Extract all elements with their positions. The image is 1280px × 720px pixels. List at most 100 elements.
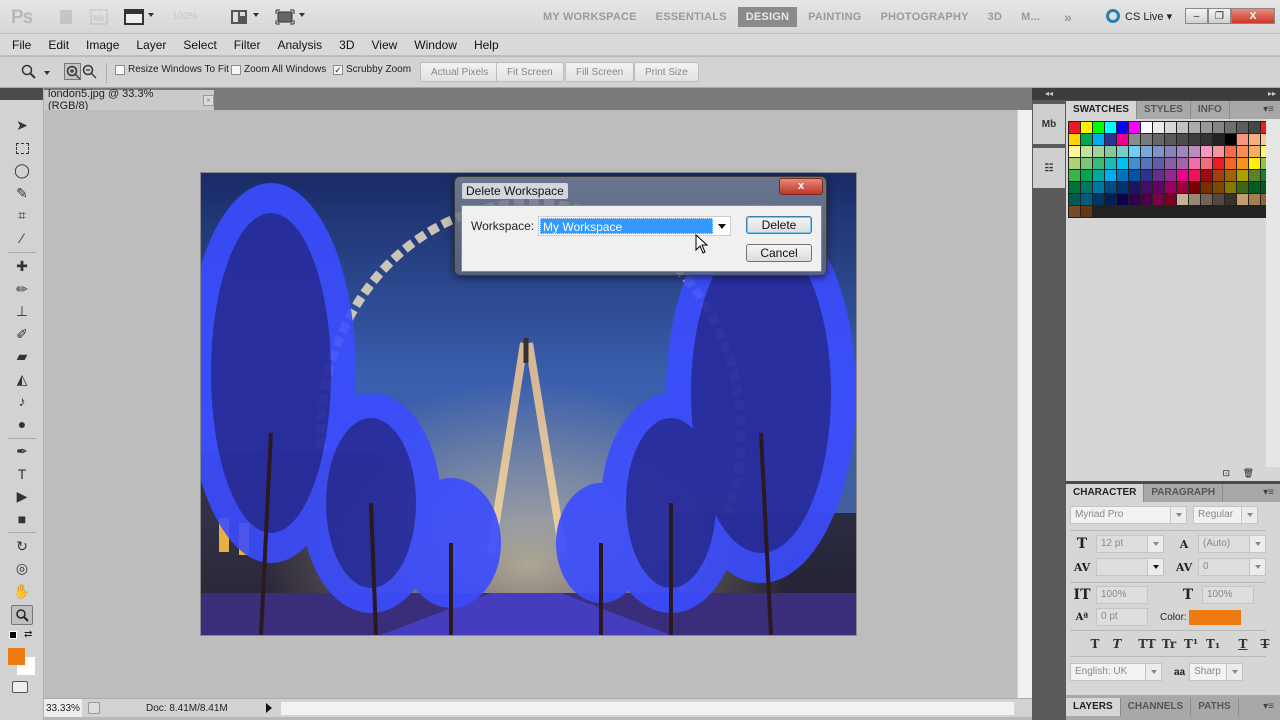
color-swatch[interactable] [1213,182,1224,193]
color-swatch[interactable] [1189,182,1200,193]
eraser-tool-icon[interactable]: ▰ [11,346,33,366]
color-swatch[interactable] [1081,194,1092,205]
color-swatch[interactable] [1165,158,1176,169]
color-swatch[interactable] [1189,170,1200,181]
color-swatch[interactable] [1237,158,1248,169]
color-swatch[interactable] [1237,182,1248,193]
swatches-scrollbar[interactable] [1266,119,1280,479]
menu-window[interactable]: Window [410,38,461,52]
brush-tool-icon[interactable]: ✏ [11,279,33,299]
color-swatch[interactable] [1069,146,1080,157]
color-swatch[interactable] [1249,170,1260,181]
color-swatch[interactable] [1093,158,1104,169]
color-swatch[interactable] [1249,194,1260,205]
color-swatch[interactable] [1201,158,1212,169]
quick-mask-icon[interactable] [12,681,28,693]
faux-italic-button[interactable]: T [1106,637,1128,651]
tab-paths[interactable]: PATHS [1191,698,1239,716]
workspace-3d[interactable]: 3D [980,7,1010,27]
all-caps-button[interactable]: TT [1136,637,1158,651]
mini-bridge-panel-icon[interactable]: Mb [1033,104,1065,144]
color-swatch[interactable] [1105,170,1116,181]
color-swatch[interactable] [1249,122,1260,133]
color-swatch[interactable] [1117,146,1128,157]
font-family-select[interactable]: Myriad Pro [1070,506,1187,524]
color-swatch[interactable] [1165,194,1176,205]
zoom-in-icon[interactable] [64,63,81,80]
menu-help[interactable]: Help [470,38,503,52]
color-swatch[interactable] [1069,134,1080,145]
color-swatch[interactable] [1189,194,1200,205]
chevron-down-icon[interactable] [1147,559,1163,575]
color-swatch[interactable] [1093,134,1104,145]
workspace-design[interactable]: DESIGN [737,7,798,27]
tab-character[interactable]: CHARACTER [1066,484,1145,502]
color-swatch[interactable] [1165,182,1176,193]
color-swatch[interactable] [1177,158,1188,169]
color-swatch[interactable] [1129,122,1140,133]
horizontal-scrollbar[interactable] [280,701,1015,716]
rectangle-tool-icon[interactable]: ■ [11,509,33,529]
status-menu-arrow-icon[interactable] [266,703,272,713]
color-swatch[interactable] [1141,170,1152,181]
workspace-more[interactable]: M... [1013,7,1048,27]
status-info-icon[interactable] [88,702,100,714]
close-window-button[interactable]: X [1231,8,1275,24]
path-selection-tool-icon[interactable]: ▶ [11,486,33,506]
color-swatch[interactable] [1117,182,1128,193]
resize-windows-checkbox[interactable]: Resize Windows To Fit [115,64,229,75]
color-swatch[interactable] [1165,122,1176,133]
color-swatch[interactable] [1105,134,1116,145]
color-swatch[interactable] [1213,134,1224,145]
color-swatch[interactable] [1141,122,1152,133]
color-swatch[interactable] [1117,122,1128,133]
color-swatch[interactable] [1177,122,1188,133]
color-swatch[interactable] [1201,134,1212,145]
foreground-color-swatch[interactable] [8,648,25,665]
small-caps-button[interactable]: Tr [1158,637,1180,651]
color-swatch[interactable] [1129,170,1140,181]
color-swatch[interactable] [1189,146,1200,157]
color-swatch[interactable] [1069,182,1080,193]
color-swatch[interactable] [1141,146,1152,157]
clone-stamp-tool-icon[interactable]: ⊥ [11,301,33,321]
color-swatch[interactable] [1141,134,1152,145]
kerning-field[interactable] [1096,558,1164,576]
font-style-select[interactable]: Regular [1193,506,1258,524]
menu-view[interactable]: View [367,38,401,52]
color-swatch[interactable] [1225,122,1236,133]
menu-3d[interactable]: 3D [335,38,358,52]
zoom-level-field[interactable]: 100% [172,11,198,22]
color-swatch[interactable] [1081,134,1092,145]
arrange-caret-icon[interactable] [253,13,259,17]
color-swatch[interactable] [1141,158,1152,169]
color-swatch[interactable] [1129,134,1140,145]
new-swatch-icon[interactable]: ⊡ [1222,468,1230,479]
subscript-button[interactable]: T₁ [1202,637,1224,651]
color-swatch[interactable] [1177,194,1188,205]
menu-select[interactable]: Select [179,38,220,52]
sponge-tool-icon[interactable]: ● [11,414,33,434]
color-swatch[interactable] [1153,134,1164,145]
color-swatch[interactable] [1225,146,1236,157]
zoom-out-icon[interactable] [82,64,98,80]
lasso-tool-icon[interactable]: ◯ [11,160,33,180]
color-swatch[interactable] [1189,122,1200,133]
color-swatch[interactable] [1225,134,1236,145]
color-swatch[interactable] [1165,170,1176,181]
color-swatch[interactable] [1249,134,1260,145]
collapse-dock-icon[interactable]: ◂◂ [1032,88,1066,100]
color-swatch[interactable] [1069,122,1080,133]
vertical-scale-field[interactable]: 100% [1096,586,1148,604]
color-swatch[interactable] [1249,182,1260,193]
paint-bucket-tool-icon[interactable]: ◭ [11,369,33,389]
crop-tool-icon[interactable]: ⌗ [11,205,33,225]
color-swatch[interactable] [1117,194,1128,205]
default-colors-icon[interactable] [9,631,17,639]
minimize-button[interactable]: – [1185,8,1208,24]
color-swatch[interactable] [1201,182,1212,193]
chevron-down-icon[interactable] [1249,559,1265,575]
marquee-tool-icon[interactable] [11,138,33,158]
color-swatch[interactable] [1249,146,1260,157]
color-swatch[interactable] [1129,146,1140,157]
